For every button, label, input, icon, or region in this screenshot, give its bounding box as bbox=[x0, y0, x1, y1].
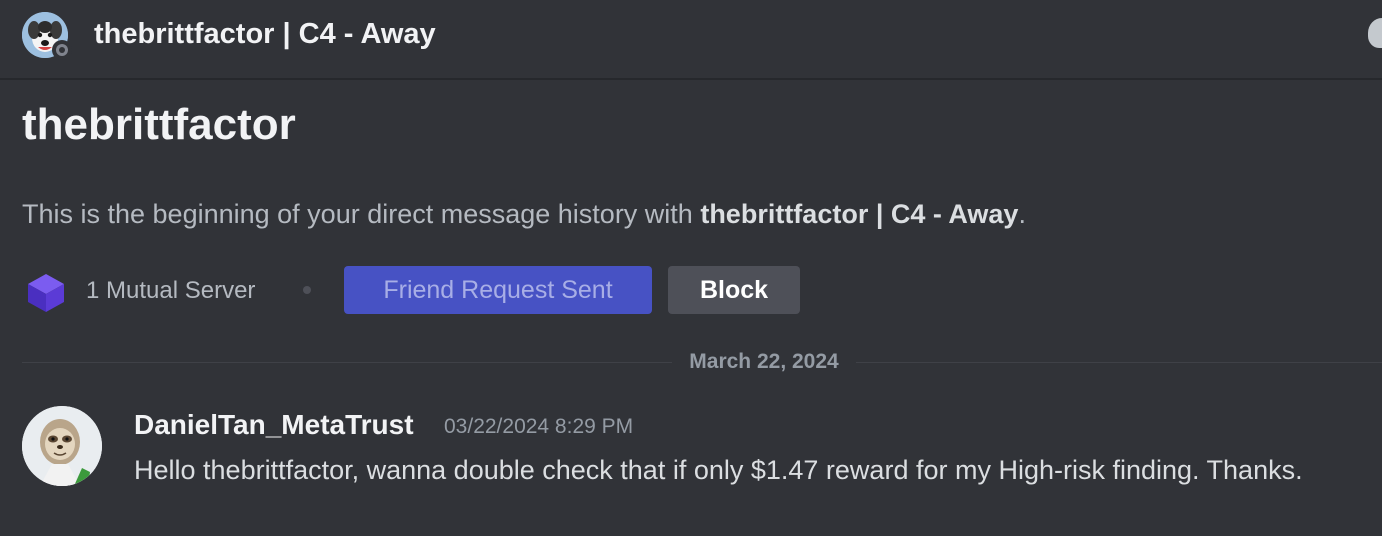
message-content: Hello thebrittfactor, wanna double check… bbox=[134, 455, 1303, 485]
divider-line-right bbox=[856, 362, 1382, 363]
dm-view: thebrittfactor | C4 - Away thebrittfacto… bbox=[0, 0, 1382, 536]
separator-dot bbox=[303, 286, 311, 294]
message-author[interactable]: DanielTan_MetaTrust bbox=[134, 406, 414, 444]
intro-text-prefix: This is the beginning of your direct mes… bbox=[22, 199, 701, 229]
sloth-avatar-icon bbox=[22, 406, 102, 486]
mutual-server-link[interactable]: 1 Mutual Server bbox=[86, 274, 255, 308]
friend-request-sent-button[interactable]: Friend Request Sent bbox=[344, 266, 652, 314]
block-button[interactable]: Block bbox=[668, 266, 800, 314]
intro-username: thebrittfactor bbox=[22, 100, 296, 149]
message-avatar[interactable] bbox=[22, 406, 102, 486]
header-action-icon[interactable] bbox=[1368, 18, 1382, 48]
header-title: thebrittfactor | C4 - Away bbox=[94, 18, 436, 50]
intro-text-bold: thebrittfactor | C4 - Away bbox=[700, 199, 1019, 229]
purple-cube-icon[interactable] bbox=[24, 270, 68, 314]
offline-status-icon bbox=[52, 40, 72, 60]
date-divider: March 22, 2024 bbox=[689, 350, 839, 373]
intro-text-suffix: . bbox=[1018, 199, 1026, 229]
intro-description: This is the beginning of your direct mes… bbox=[22, 196, 1026, 232]
divider-line-left bbox=[22, 362, 672, 363]
channel-header: thebrittfactor | C4 - Away bbox=[0, 0, 1382, 80]
message-timestamp: 03/22/2024 8:29 PM bbox=[444, 415, 634, 438]
